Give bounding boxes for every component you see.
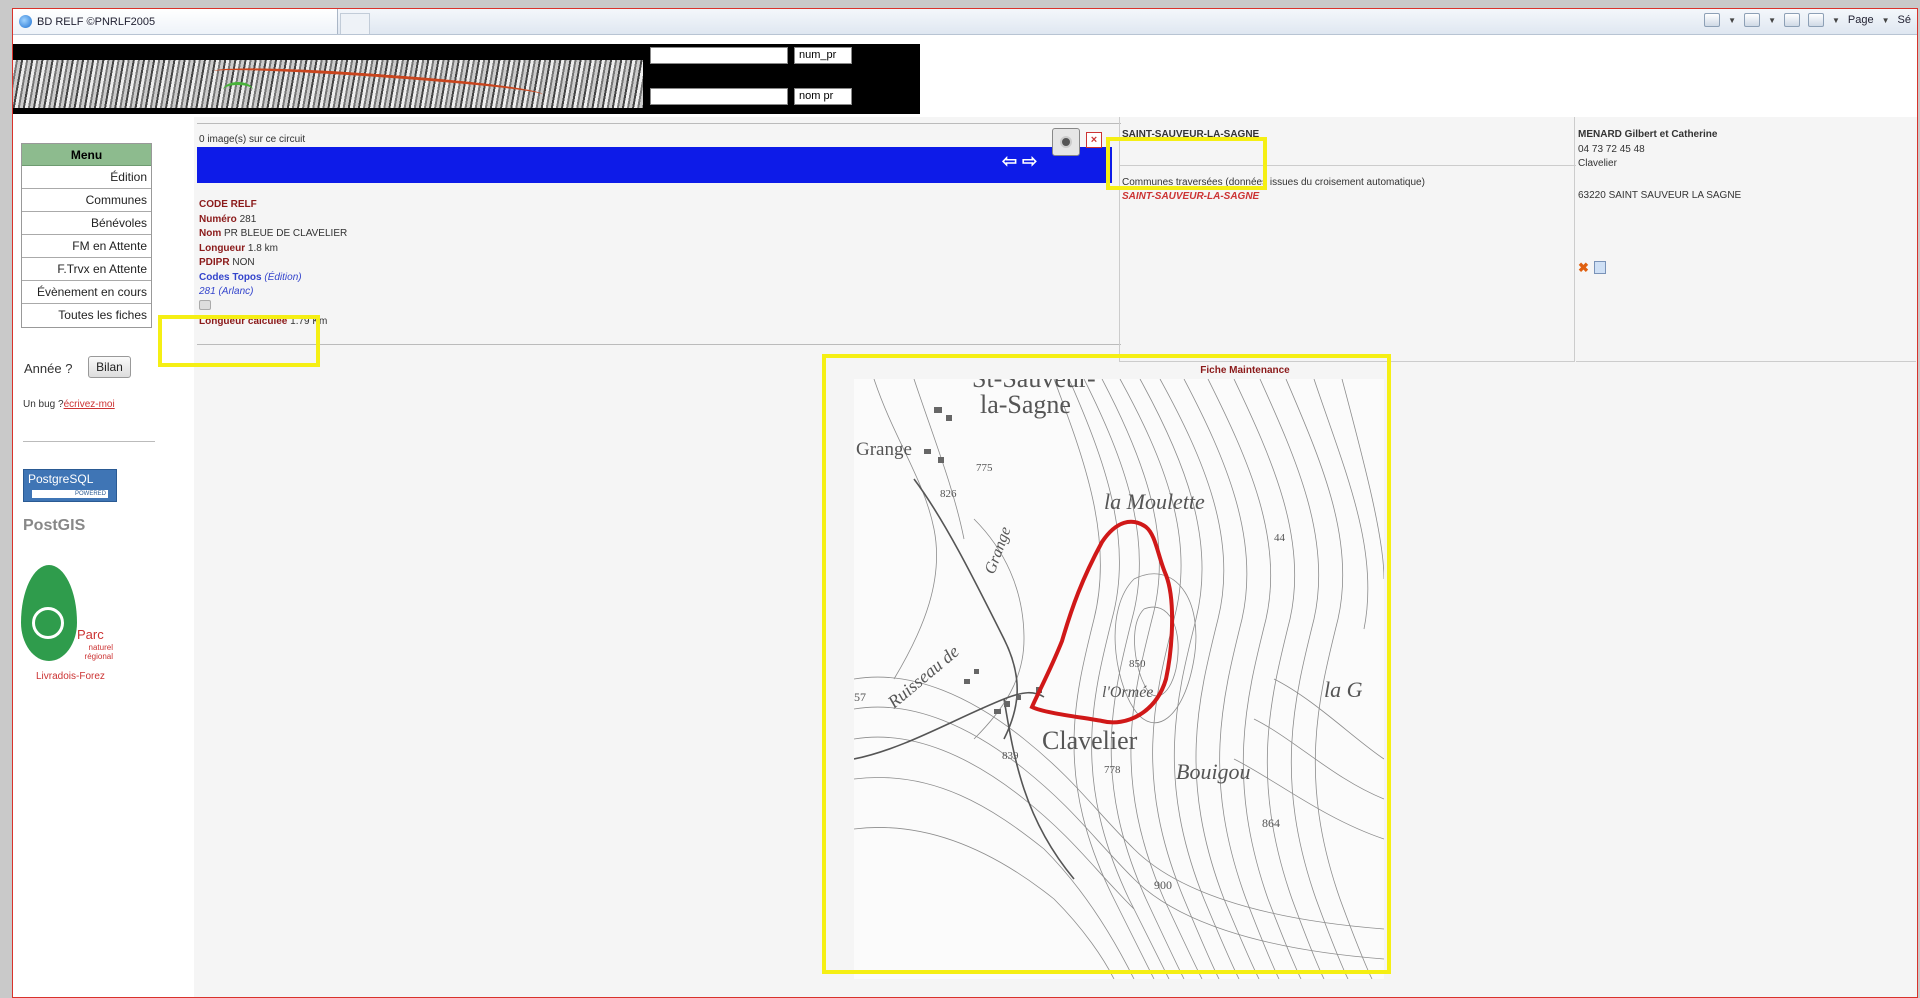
contact-place: Clavelier xyxy=(1578,158,1617,169)
codes-topos-edit-link[interactable]: (Édition) xyxy=(264,272,301,283)
circuit-panel: 0 image(s) sur ce circuit ⇦ ⇨ × CODE REL… xyxy=(197,123,1121,348)
contact-address: 63220 SAINT SAUVEUR LA SAGNE xyxy=(1578,190,1742,201)
highlight-fiche-maintenance xyxy=(822,354,1391,974)
bilan-button[interactable]: Bilan xyxy=(88,356,131,378)
menu-item-ftrvx-attente[interactable]: F.Trvx en Attente xyxy=(22,258,151,281)
contact-panel: MENARD Gilbert et Catherine 04 73 72 45 … xyxy=(1576,117,1916,362)
highlight-longueur-calculee xyxy=(158,315,320,367)
menu-item-evenement[interactable]: Évènement en cours xyxy=(22,281,151,304)
codes-topos-label: Codes Topos xyxy=(199,271,262,283)
image-gallery-bar: ⇦ ⇨ xyxy=(197,147,1112,183)
nom-value: PR BLEUE DE CLAVELIER xyxy=(224,228,348,239)
bug-report-link[interactable]: écrivez-moi xyxy=(64,399,115,410)
park-subtitle: naturel régional xyxy=(84,643,113,661)
main-menu: Menu Édition Communes Bénévoles FM en At… xyxy=(21,143,152,328)
camera-lens xyxy=(1060,136,1072,148)
park-region: Livradois-Forez xyxy=(36,671,105,682)
highlight-communes-traversees xyxy=(1106,137,1267,190)
postgresql-logo-text: PostgreSQL xyxy=(28,472,94,486)
feeds-icon[interactable] xyxy=(1744,13,1761,27)
menu-item-toutes-fiches[interactable]: Toutes les fiches xyxy=(22,304,151,327)
menu-item-benevoles[interactable]: Bénévoles xyxy=(22,212,151,235)
menu-title: Menu xyxy=(22,144,151,166)
tools-icon[interactable]: ✖ xyxy=(1578,261,1591,274)
left-sidebar: Menu Édition Communes Bénévoles FM en At… xyxy=(13,117,193,997)
main-content: 0 image(s) sur ce circuit ⇦ ⇨ × CODE REL… xyxy=(158,117,1917,997)
num-pr-button[interactable]: num_pr xyxy=(794,47,852,64)
browser-icon xyxy=(19,15,32,28)
num-pr-input[interactable] xyxy=(650,47,788,64)
command-bar: ▼ ▼ ▼ Page ▼ Sé xyxy=(1704,13,1911,27)
tab-strip: BD RELF ©PNRLF2005 ▼ ▼ ▼ Page ▼ Sé xyxy=(13,9,1917,35)
postgis-logo[interactable]: PostGIS xyxy=(23,517,121,545)
chevron-down-icon[interactable]: ▼ xyxy=(1728,16,1736,25)
header-banner: num_pr nom pr xyxy=(13,44,920,114)
postgresql-logo[interactable]: PostgreSQL POWERED xyxy=(23,469,117,502)
chevron-down-icon[interactable]: ▼ xyxy=(1832,16,1840,25)
chevron-down-icon[interactable]: ▼ xyxy=(1882,16,1890,25)
contact-phone: 04 73 72 45 48 xyxy=(1578,144,1645,155)
bug-text: Un bug ? xyxy=(23,399,64,410)
code-relf-label: CODE RELF xyxy=(199,199,257,210)
communes-traversees-value[interactable]: SAINT-SAUVEUR-LA-SAGNE xyxy=(1122,191,1259,202)
topo-entry-link[interactable]: 281 (Arlanc) xyxy=(199,286,253,297)
pdipr-value: NON xyxy=(232,257,255,268)
circuit-fields: CODE RELF Numéro 281 Nom PR BLEUE DE CLA… xyxy=(199,198,347,330)
longueur-label: Longueur xyxy=(199,242,246,254)
menu-item-fm-attente[interactable]: FM en Attente xyxy=(22,235,151,258)
contact-actions: ✖ xyxy=(1578,261,1606,274)
wheel-icon xyxy=(32,607,64,639)
page-menu[interactable]: Page xyxy=(1848,14,1874,26)
browser-window: BD RELF ©PNRLF2005 ▼ ▼ ▼ Page ▼ Sé num_pr… xyxy=(12,8,1918,998)
divider xyxy=(197,344,1121,345)
nom-label: Nom xyxy=(199,228,222,239)
arrow-left-icon[interactable]: ⇦ xyxy=(1002,151,1017,171)
arrow-right-icon[interactable]: ⇨ xyxy=(1022,151,1037,171)
nom-pr-input[interactable] xyxy=(650,88,788,105)
annee-label[interactable]: Année ? xyxy=(24,361,72,376)
park-name: Parc xyxy=(77,627,104,642)
close-icon[interactable]: × xyxy=(1086,132,1102,148)
camera-icon[interactable] xyxy=(1052,128,1080,156)
menu-item-communes[interactable]: Communes xyxy=(22,189,151,212)
powered-label: POWERED xyxy=(32,490,108,498)
divider xyxy=(23,441,155,442)
contact-name: MENARD Gilbert et Catherine xyxy=(1578,129,1718,140)
longueur-value: 1.8 km xyxy=(247,242,278,254)
edit-icon[interactable] xyxy=(1594,261,1606,274)
nav-arrows: ⇦ ⇨ xyxy=(1002,151,1037,172)
numero-value: 281 xyxy=(239,213,257,225)
pdipr-label: PDIPR xyxy=(199,257,230,268)
mail-icon[interactable] xyxy=(1783,13,1800,27)
browser-tab[interactable]: BD RELF ©PNRLF2005 xyxy=(13,9,338,34)
image-count: 0 image(s) sur ce circuit xyxy=(199,134,306,145)
bug-report: Un bug ?écrivez-moi xyxy=(23,399,115,410)
chevron-down-icon[interactable]: ▼ xyxy=(1768,16,1776,25)
new-tab-button[interactable] xyxy=(340,13,370,34)
menu-item-edition[interactable]: Édition xyxy=(22,166,151,189)
home-icon[interactable] xyxy=(1704,13,1721,27)
edit-icon[interactable] xyxy=(199,299,211,310)
tab-title: BD RELF ©PNRLF2005 xyxy=(37,15,156,28)
nom-pr-button[interactable]: nom pr xyxy=(794,88,852,105)
numero-label: Numéro xyxy=(199,213,237,225)
print-icon[interactable] xyxy=(1807,13,1824,27)
safety-menu[interactable]: Sé xyxy=(1898,14,1911,26)
banner-trail-line xyxy=(223,82,253,98)
park-logo[interactable]: Parc naturel régional Livradois-Forez xyxy=(19,565,129,695)
